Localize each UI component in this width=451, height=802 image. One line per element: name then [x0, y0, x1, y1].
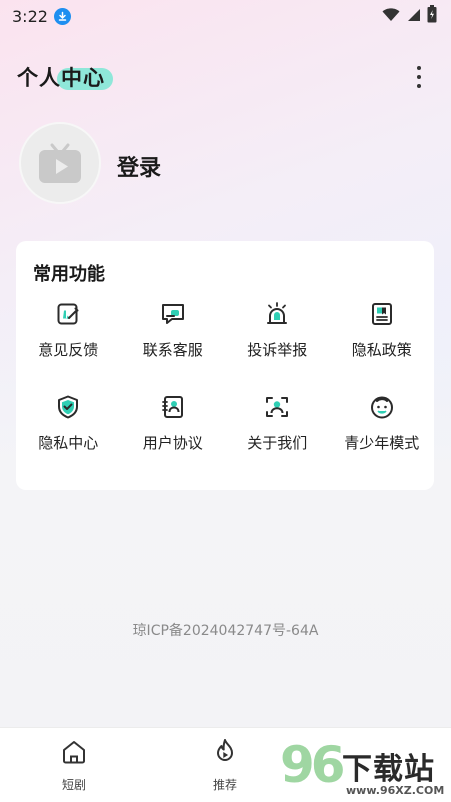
function-customer-service[interactable]: 联系客服 [121, 301, 226, 394]
scan-face-icon [266, 397, 289, 417]
function-label: 用户协议 [142, 434, 203, 452]
home-icon [63, 741, 85, 764]
function-grid: 意见反馈 联系客服 投诉举报 隐私政策 隐私中心 用户协议 关于我们 青少年模式 [16, 301, 434, 487]
child-face-icon [370, 396, 393, 419]
function-label: 关于我们 [247, 434, 308, 452]
feedback-edit-icon [57, 303, 79, 325]
user-agreement-icon [161, 396, 183, 418]
page-title: 个人中心 [17, 66, 105, 90]
status-time: 3:22 [12, 6, 48, 26]
nav-tab-recommend[interactable]: 推荐 [195, 738, 255, 793]
function-feedback[interactable]: 意见反馈 [16, 301, 121, 394]
function-teen-mode[interactable]: 青少年模式 [330, 394, 435, 487]
watermark: 96 下载站 www.96XZ.COM [280, 738, 451, 802]
more-dot [417, 75, 421, 79]
more-options-button[interactable] [413, 64, 425, 90]
function-label: 隐私中心 [38, 434, 99, 452]
card-title: 常用功能 [33, 264, 105, 285]
more-vertical-icon [417, 66, 421, 70]
watermark-title: 下载站 [342, 752, 435, 787]
function-label: 投诉举报 [247, 341, 308, 359]
function-label: 联系客服 [142, 341, 203, 359]
nav-label: 短剧 [61, 778, 86, 792]
customer-service-icon [161, 304, 184, 324]
function-user-agreement[interactable]: 用户协议 [121, 394, 226, 487]
wifi-icon [382, 7, 400, 26]
shield-check-icon [58, 395, 79, 419]
watermark-logo: 96 [280, 736, 346, 794]
function-report[interactable]: 投诉举报 [225, 301, 330, 394]
function-label: 青少年模式 [344, 434, 420, 452]
icp-license-text: 琼ICP备2024042747号-64A [132, 623, 319, 639]
common-functions-card: 常用功能 意见反馈 联系客服 投诉举报 隐私政策 隐私中心 用户协议 关于我们 … [16, 241, 434, 490]
header: 个人中心 [0, 58, 451, 98]
function-privacy-policy[interactable]: 隐私政策 [330, 301, 435, 394]
avatar[interactable] [19, 122, 101, 204]
watermark-url: www.96XZ.COM [346, 784, 445, 797]
login-button[interactable]: 登录 [117, 150, 161, 182]
report-alarm-icon [267, 302, 288, 324]
function-privacy-center[interactable]: 隐私中心 [16, 394, 121, 487]
battery-icon [427, 5, 437, 27]
more-dot [417, 84, 421, 88]
nav-label: 推荐 [212, 778, 237, 792]
fire-play-icon [217, 739, 233, 761]
tv-play-icon [39, 143, 81, 183]
title-wrap: 个人中心 [17, 62, 113, 92]
status-bar: 3:22 [0, 0, 451, 32]
privacy-policy-doc-icon [371, 303, 392, 325]
function-about-us[interactable]: 关于我们 [225, 394, 330, 487]
function-label: 意见反馈 [38, 341, 99, 359]
function-label: 隐私政策 [351, 341, 412, 359]
signal-icon [406, 7, 421, 26]
nav-tab-short-drama[interactable]: 短剧 [44, 738, 104, 793]
download-icon [53, 7, 71, 25]
